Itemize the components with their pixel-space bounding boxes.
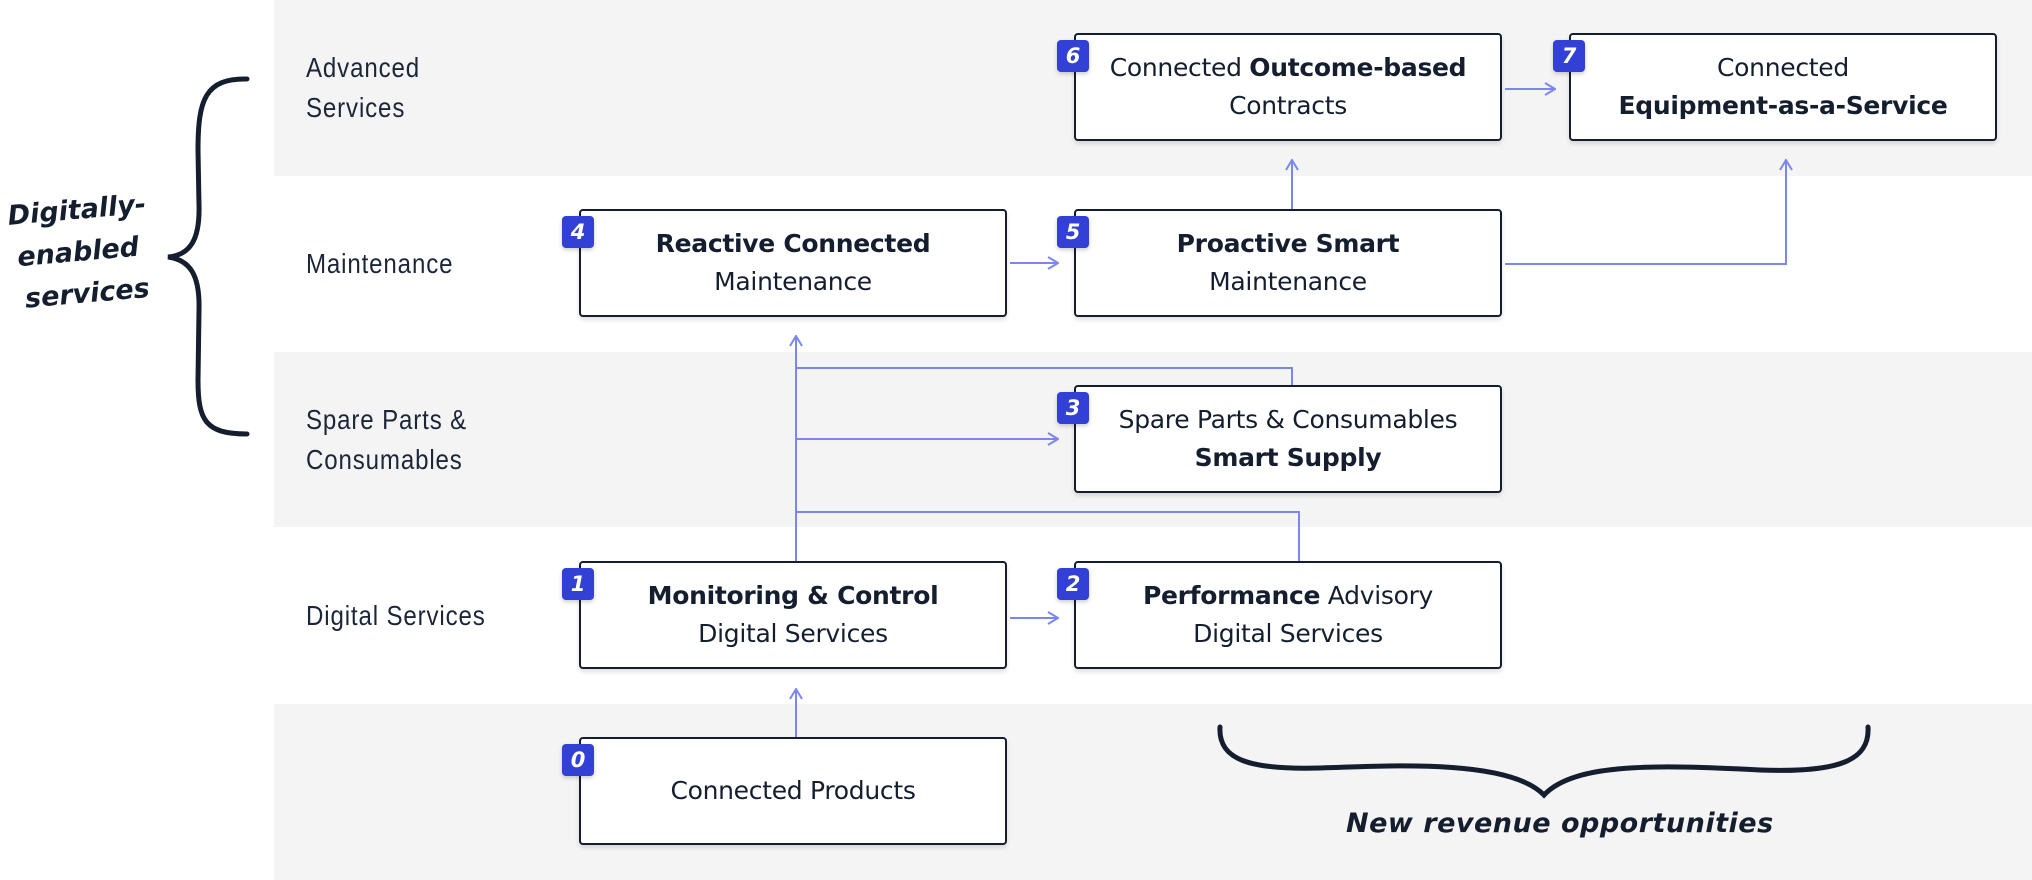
node-number-badge: 1 bbox=[562, 568, 594, 600]
node-monitoring-control[interactable]: Monitoring & Control Digital Services bbox=[579, 561, 1007, 669]
node-number-badge: 4 bbox=[562, 216, 594, 248]
left-curly-brace bbox=[167, 76, 250, 437]
node-smart-supply[interactable]: Spare Parts & Consumables Smart Supply bbox=[1074, 385, 1502, 493]
node-text-bold: Monitoring & Control bbox=[647, 581, 939, 610]
node-text: Connected bbox=[1717, 53, 1849, 82]
node-line: Connected Outcome-based bbox=[1110, 49, 1467, 87]
node-text: Connected bbox=[1109, 53, 1250, 82]
node-text-bold: Performance bbox=[1142, 581, 1321, 610]
edge-5-to-7 bbox=[1505, 160, 1786, 265]
node-line: Connected bbox=[1717, 49, 1849, 87]
node-line: Equipment-as-a-Service bbox=[1618, 87, 1947, 125]
node-text-bold: Equipment-as-a-Service bbox=[1618, 91, 1948, 120]
node-line: Digital Services bbox=[1193, 615, 1383, 653]
node-line: Contracts bbox=[1229, 87, 1347, 125]
node-line: Reactive Connected bbox=[656, 225, 931, 263]
node-text-bold: Smart Supply bbox=[1194, 443, 1382, 472]
node-performance-advisory[interactable]: Performance Advisory Digital Services bbox=[1074, 561, 1502, 669]
edge-3-to-4 bbox=[796, 367, 1293, 385]
node-equipment-as-a-service[interactable]: Connected Equipment-as-a-Service bbox=[1569, 33, 1997, 141]
node-line: Spare Parts & Consumables bbox=[1119, 401, 1458, 439]
edge-2-to-4 bbox=[796, 511, 1300, 561]
node-number-badge: 0 bbox=[562, 744, 594, 776]
node-line: Monitoring & Control bbox=[648, 577, 939, 615]
node-text-bold: Outcome-based bbox=[1249, 53, 1467, 82]
node-text: Spare Parts & Consumables bbox=[1118, 405, 1458, 434]
node-text: Digital Services bbox=[698, 619, 888, 648]
node-proactive-maintenance[interactable]: Proactive Smart Maintenance bbox=[1074, 209, 1502, 317]
new-revenue-opportunities-note: New revenue opportunities bbox=[1346, 808, 1774, 839]
node-text-bold: Proactive Smart bbox=[1176, 229, 1400, 258]
node-text: Digital Services bbox=[1193, 619, 1383, 648]
node-number-badge: 6 bbox=[1057, 40, 1089, 72]
node-line: Proactive Smart bbox=[1177, 225, 1400, 263]
node-line: Performance Advisory bbox=[1143, 577, 1433, 615]
node-text: Contracts bbox=[1229, 91, 1347, 120]
digitally-enabled-services-note: Digitally- enabled services bbox=[6, 184, 155, 322]
node-number-badge: 7 bbox=[1553, 40, 1585, 72]
node-line: Connected Products bbox=[670, 772, 915, 810]
node-number-badge: 5 bbox=[1057, 216, 1089, 248]
node-line: Maintenance bbox=[714, 263, 872, 301]
node-text: Maintenance bbox=[714, 267, 872, 296]
node-outcome-based-contracts[interactable]: Connected Outcome-based Contracts bbox=[1074, 33, 1502, 141]
node-number-badge: 3 bbox=[1057, 392, 1089, 424]
bottom-curly-brace bbox=[1217, 724, 1871, 799]
node-number-badge: 2 bbox=[1057, 568, 1089, 600]
node-text: Connected Products bbox=[670, 776, 916, 805]
node-line: Maintenance bbox=[1209, 263, 1367, 301]
node-connected-products[interactable]: Connected Products bbox=[579, 737, 1007, 845]
node-line: Smart Supply bbox=[1195, 439, 1382, 477]
node-text: Maintenance bbox=[1209, 267, 1367, 296]
node-text: Advisory bbox=[1320, 581, 1434, 610]
node-reactive-maintenance[interactable]: Reactive Connected Maintenance bbox=[579, 209, 1007, 317]
node-text-bold: Reactive Connected bbox=[655, 229, 931, 258]
node-line: Digital Services bbox=[698, 615, 888, 653]
